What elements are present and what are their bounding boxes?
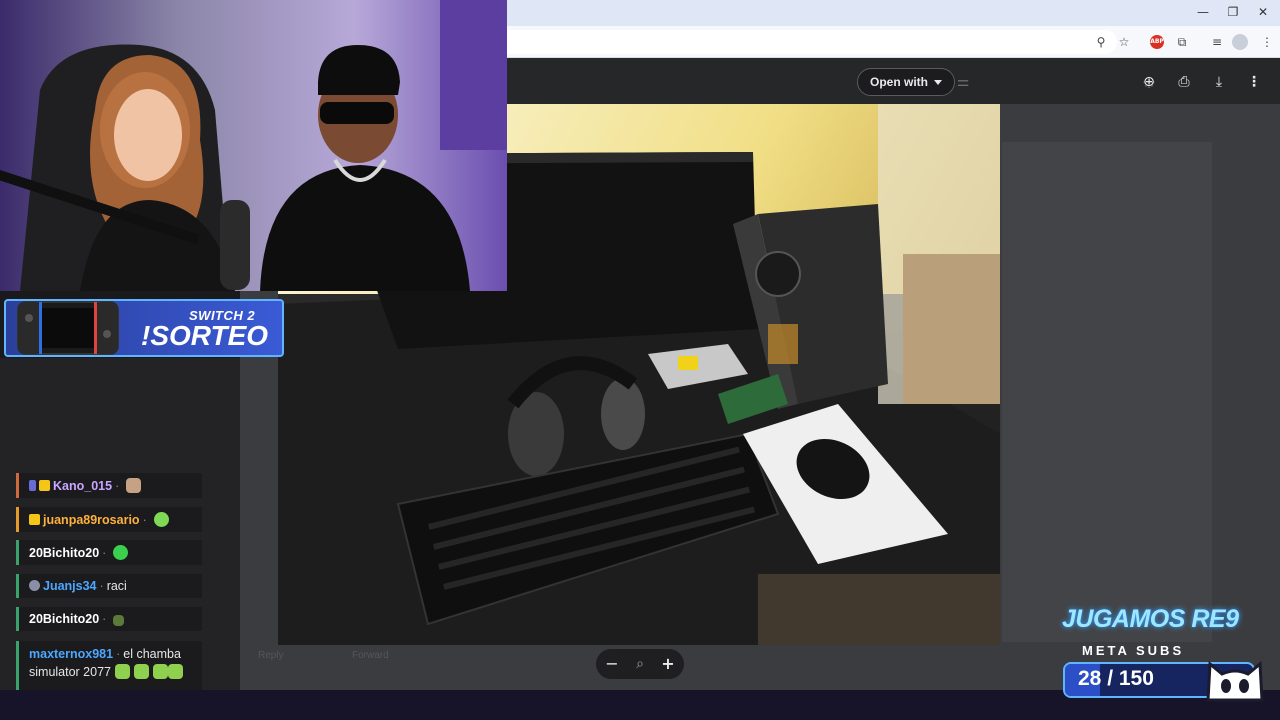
magnifier-icon[interactable]: ⌕ <box>626 649 654 679</box>
chat-message: Kano_015 · <box>16 473 202 498</box>
browser-title-bar: — ❐ ✕ <box>507 0 1280 26</box>
chat-username[interactable]: 20Bichito20 <box>29 612 99 626</box>
print-icon[interactable]: ⎙ <box>1174 72 1194 92</box>
star-icon[interactable]: ☆ <box>1115 33 1133 51</box>
zoom-icon[interactable]: ⚲ <box>1092 33 1110 51</box>
chat-message: juanpa89rosario · <box>16 507 202 532</box>
chat-username[interactable]: 20Bichito20 <box>29 546 99 560</box>
reply-link[interactable]: Reply <box>258 650 284 661</box>
profile-icon[interactable] <box>1232 34 1248 50</box>
chat-message: Juanjs34 · raci <box>16 574 202 598</box>
chat-username[interactable]: juanpa89rosario <box>43 513 140 527</box>
chat-username[interactable]: maxternox981 <box>29 647 113 661</box>
emote-icon <box>113 615 125 626</box>
emote-icon <box>113 545 129 560</box>
add-to-drive-icon[interactable]: ⊕ <box>1139 72 1159 92</box>
user-badge-icon <box>29 480 36 491</box>
cat-mascot-icon <box>1206 660 1264 702</box>
background-document <box>1002 142 1212 642</box>
sliders-icon[interactable]: ⚌ <box>953 72 973 92</box>
restore-icon[interactable]: ❐ <box>1225 5 1241 19</box>
tab-search-icon[interactable]: ≡ <box>1208 33 1226 51</box>
minimize-icon[interactable]: — <box>1195 5 1211 19</box>
chat-message: 20Bichito20 · <box>16 540 202 565</box>
browser-toolbar <box>507 26 1280 58</box>
open-with-label: Open with <box>870 75 928 89</box>
zoom-out-button[interactable]: − <box>598 649 626 679</box>
webcam-feed <box>0 0 507 291</box>
chat-username[interactable]: Kano_015 <box>53 479 112 493</box>
extension-red-icon[interactable]: ABP <box>1150 35 1164 49</box>
goal-label: META SUBS <box>1082 643 1185 658</box>
menu-icon[interactable]: ⋮ <box>1258 33 1276 51</box>
forward-link[interactable]: Forward <box>352 650 389 661</box>
emote-icon <box>134 664 149 679</box>
viewer-toolbar: Open with ⚌ ◌ ⊕ ⎙ ⤓ ⋮ <box>507 58 1280 104</box>
download-icon[interactable]: ⤓ <box>1209 72 1229 92</box>
zoom-controls: − ⌕ + <box>596 649 684 679</box>
crown-badge-icon <box>39 480 50 491</box>
chat-text: raci <box>106 579 127 593</box>
emote-icon <box>115 664 130 679</box>
open-with-button[interactable]: Open with <box>857 68 955 96</box>
sorteo-title: !SORTEO <box>141 320 269 351</box>
close-icon[interactable]: ✕ <box>1255 5 1271 19</box>
emote-icon <box>153 664 168 679</box>
stream-canvas: — ❐ ✕ ⚲ ☆ ABP ⧉ ≡ ⋮ Open with ⚌ ◌ ⊕ ⎙ ⤓ … <box>0 0 1280 720</box>
chat-message: maxternox981 · el chamba simulator 2077 <box>16 641 202 697</box>
emote-icon <box>168 664 183 679</box>
nintendo-switch-icon <box>17 301 119 355</box>
chat-message: 20Bichito20 · <box>16 607 202 631</box>
goal-title: JUGAMOS RE9 <box>1062 605 1239 633</box>
goal-count: 28 / 150 <box>1078 667 1154 690</box>
caret-down-icon <box>934 80 942 86</box>
emote-icon <box>126 478 142 493</box>
webcam-image <box>0 0 507 291</box>
more-options-icon[interactable]: ⋮ <box>1244 72 1264 92</box>
address-bar[interactable] <box>507 30 1117 54</box>
cat-badge-icon <box>29 580 40 591</box>
emote-icon <box>153 512 169 527</box>
chat-username[interactable]: Juanjs34 <box>43 579 97 593</box>
extensions-icon[interactable]: ⧉ <box>1173 33 1191 51</box>
crown-badge-icon <box>29 514 40 525</box>
zoom-in-button[interactable]: + <box>654 649 682 679</box>
